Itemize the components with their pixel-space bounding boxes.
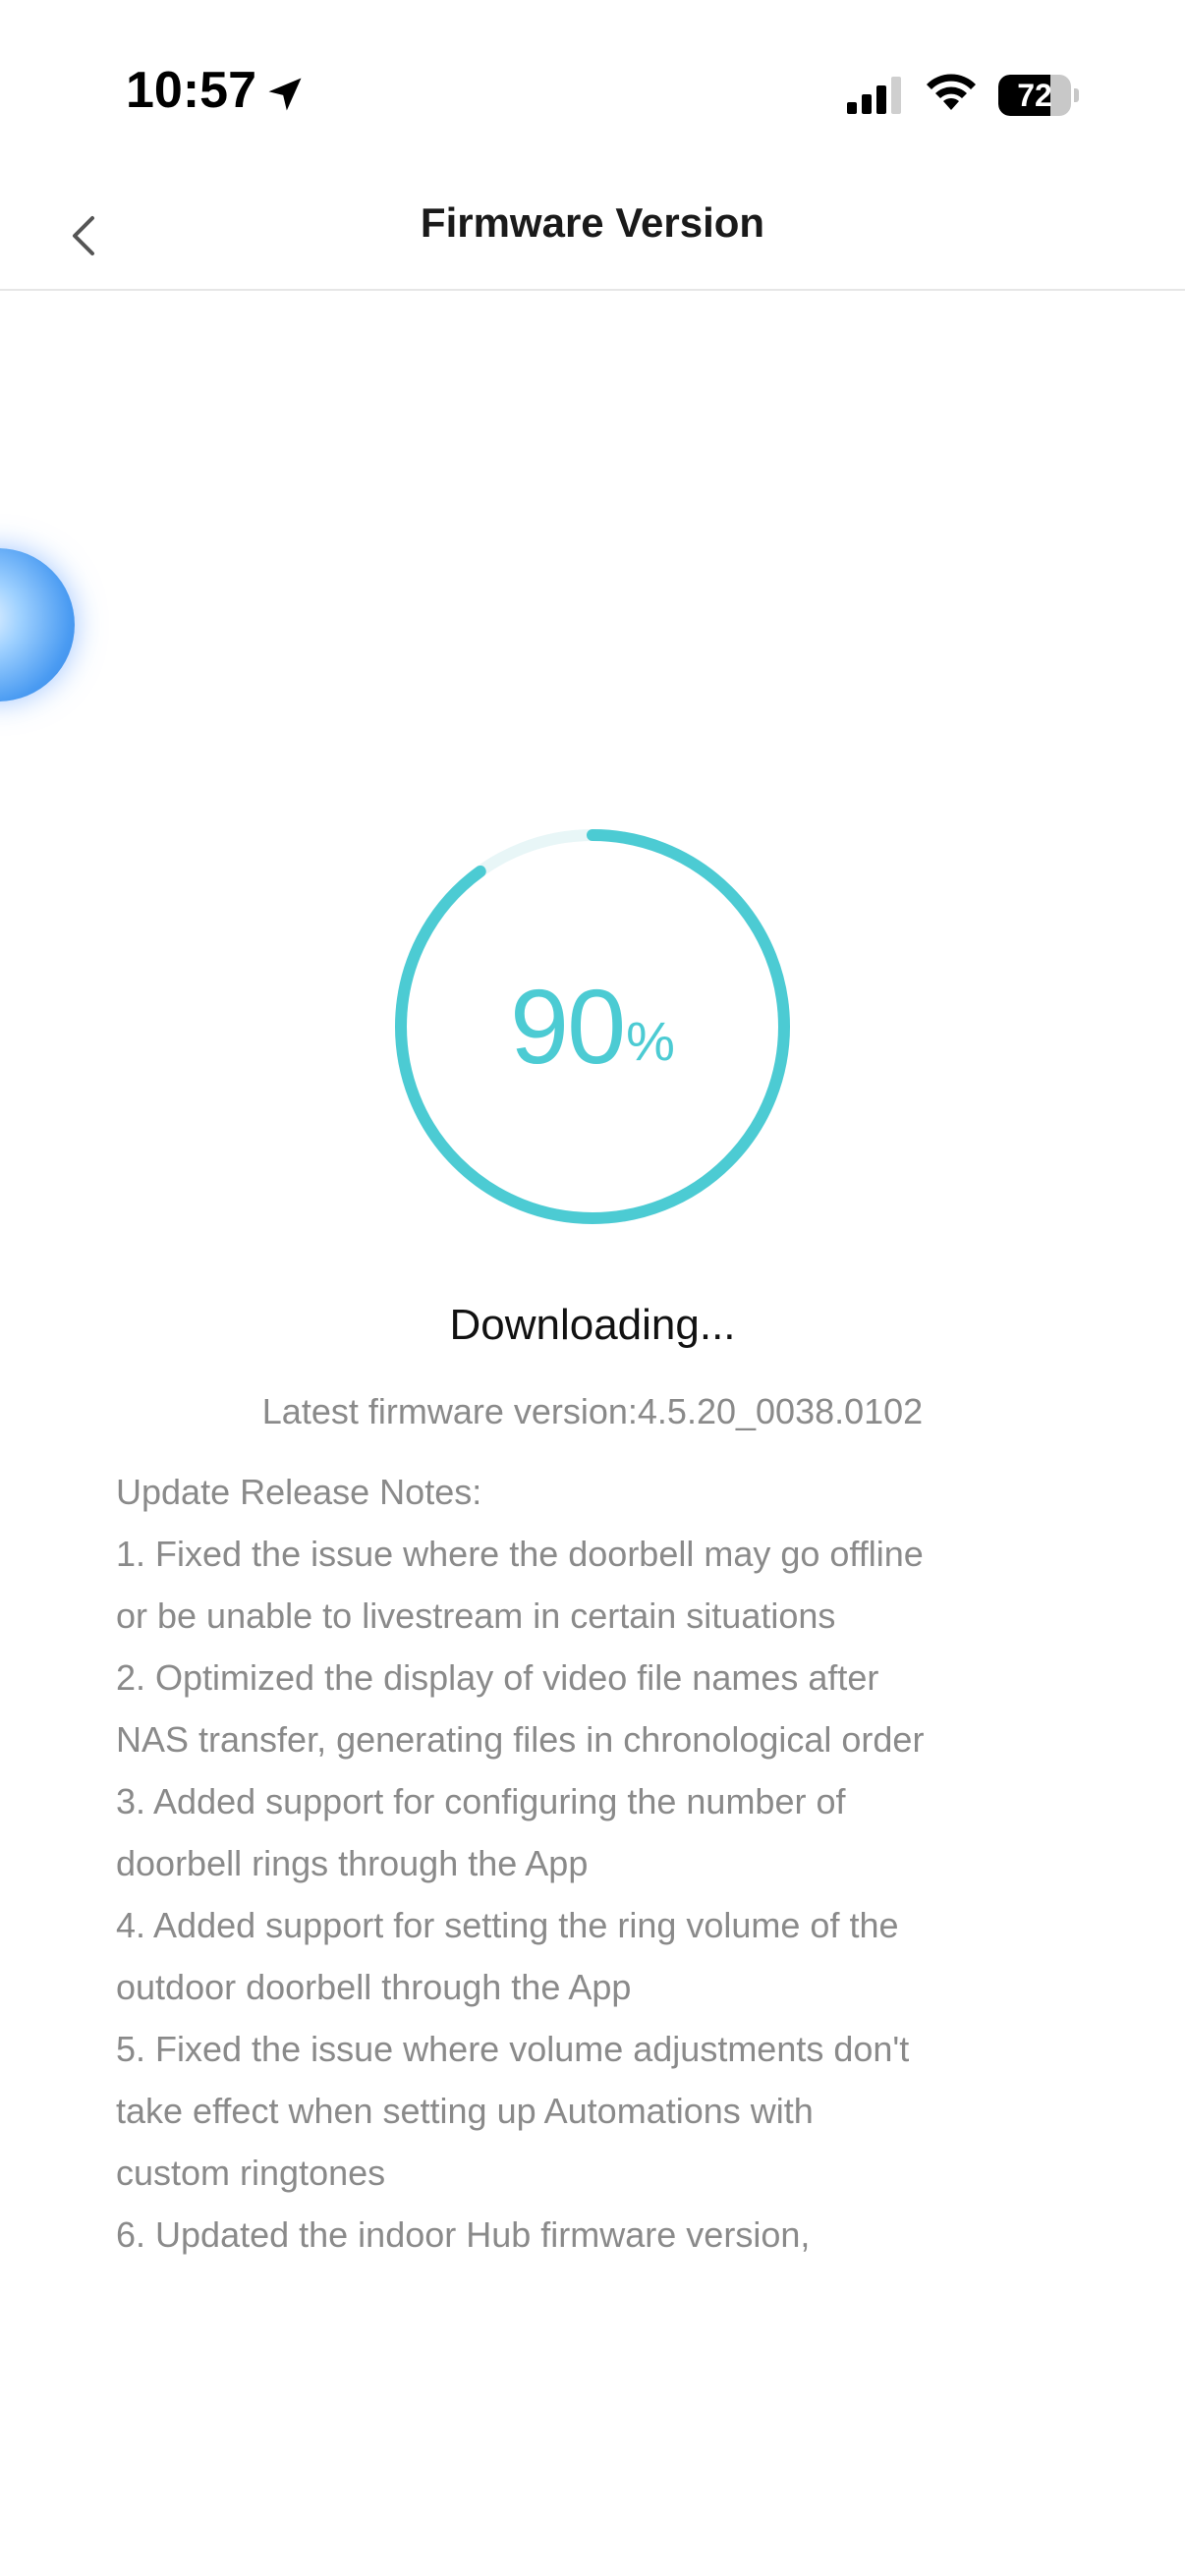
- release-notes-line: 3. Added support for configuring the num…: [116, 1781, 846, 1821]
- release-notes-line: take effect when setting up Automations …: [116, 2091, 814, 2131]
- status-time: 10:57: [126, 62, 256, 119]
- release-notes-line: 2. Optimized the display of video file n…: [116, 1657, 879, 1698]
- battery-cap: [1074, 88, 1079, 102]
- wifi-icon: [927, 74, 976, 110]
- progress-number: 90: [510, 967, 626, 1086]
- page-title: Firmware Version: [420, 199, 765, 246]
- progress-percentage: 90 %: [393, 827, 792, 1226]
- battery-level: 72: [1017, 78, 1052, 113]
- release-notes-line: 1. Fixed the issue where the doorbell ma…: [116, 1534, 924, 1574]
- release-notes-line: custom ringtones: [116, 2153, 386, 2193]
- battery-icon: 72: [998, 75, 1079, 116]
- release-notes-line: outdoor doorbell through the App: [116, 1967, 632, 2007]
- release-notes-line: 5. Fixed the issue where volume adjustme…: [116, 2029, 910, 2069]
- battery-body: 72: [998, 75, 1071, 116]
- release-notes-line: NAS transfer, generating files in chrono…: [116, 1719, 925, 1760]
- release-notes-line: Update Release Notes:: [116, 1472, 482, 1512]
- back-button[interactable]: [51, 196, 114, 273]
- chevron-left-icon: [73, 216, 94, 255]
- location-arrow-icon: [268, 78, 302, 111]
- nav-header: Firmware Version: [0, 187, 1185, 289]
- release-notes-line: or be unable to livestream in certain si…: [116, 1596, 836, 1636]
- latest-version-text: Latest firmware version:4.5.20_0038.0102: [261, 1391, 924, 1431]
- release-notes: Update Release Notes: 1. Fixed the issue…: [116, 1461, 1079, 2266]
- release-notes-line: 6. Updated the indoor Hub firmware versi…: [116, 2214, 811, 2255]
- release-notes-line: 4. Added support for setting the ring vo…: [116, 1905, 899, 1945]
- firmware-version-screen: 10:57 72 Firmware Version 90 % Downloadi…: [0, 0, 1185, 2576]
- download-status-text: Downloading...: [449, 1301, 736, 1349]
- assistant-bubble-icon[interactable]: [0, 548, 75, 701]
- status-bar: 10:57 72: [0, 0, 1185, 187]
- release-notes-line: doorbell rings through the App: [116, 1843, 589, 1883]
- header-divider: [0, 289, 1185, 291]
- progress-unit: %: [626, 1010, 675, 1072]
- cellular-signal-icon: [847, 77, 901, 114]
